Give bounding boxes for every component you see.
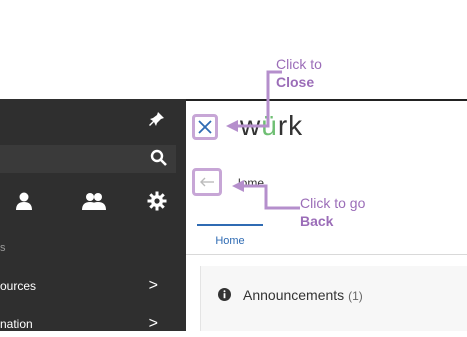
sidebar-item-label: nation <box>0 317 33 331</box>
sidebar-item-label: ources <box>0 279 37 293</box>
sidebar-item-resources[interactable]: ources > <box>0 273 176 299</box>
chevron-right-icon: > <box>148 277 158 294</box>
app-logo: würk <box>240 110 304 141</box>
top-blank-area <box>0 0 467 99</box>
tab-home[interactable]: Home <box>197 224 263 254</box>
user-icon[interactable] <box>13 191 35 211</box>
tab-bar-divider <box>186 254 467 255</box>
search-icon[interactable] <box>150 149 168 167</box>
back-arrow-icon <box>200 177 214 187</box>
announcements-title[interactable]: Announcements (1) <box>243 287 363 303</box>
sidebar-item-information[interactable]: nation > <box>0 311 176 337</box>
header-divider <box>186 99 467 101</box>
gear-icon[interactable] <box>147 191 167 211</box>
breadcrumb: lome <box>238 176 265 190</box>
close-button[interactable] <box>192 114 218 140</box>
sidebar: s ources > nation > <box>0 99 186 332</box>
close-annotation: Click to Close <box>276 56 322 90</box>
info-icon <box>218 288 231 301</box>
users-icon[interactable] <box>80 191 108 211</box>
announcements-count: (1) <box>348 289 363 303</box>
back-annotation: Click to go Back <box>300 195 366 229</box>
chevron-right-icon: > <box>148 315 158 332</box>
close-icon <box>198 120 212 134</box>
back-button[interactable] <box>192 168 222 196</box>
sidebar-section-label: s <box>0 242 6 254</box>
pin-icon[interactable] <box>148 110 166 128</box>
